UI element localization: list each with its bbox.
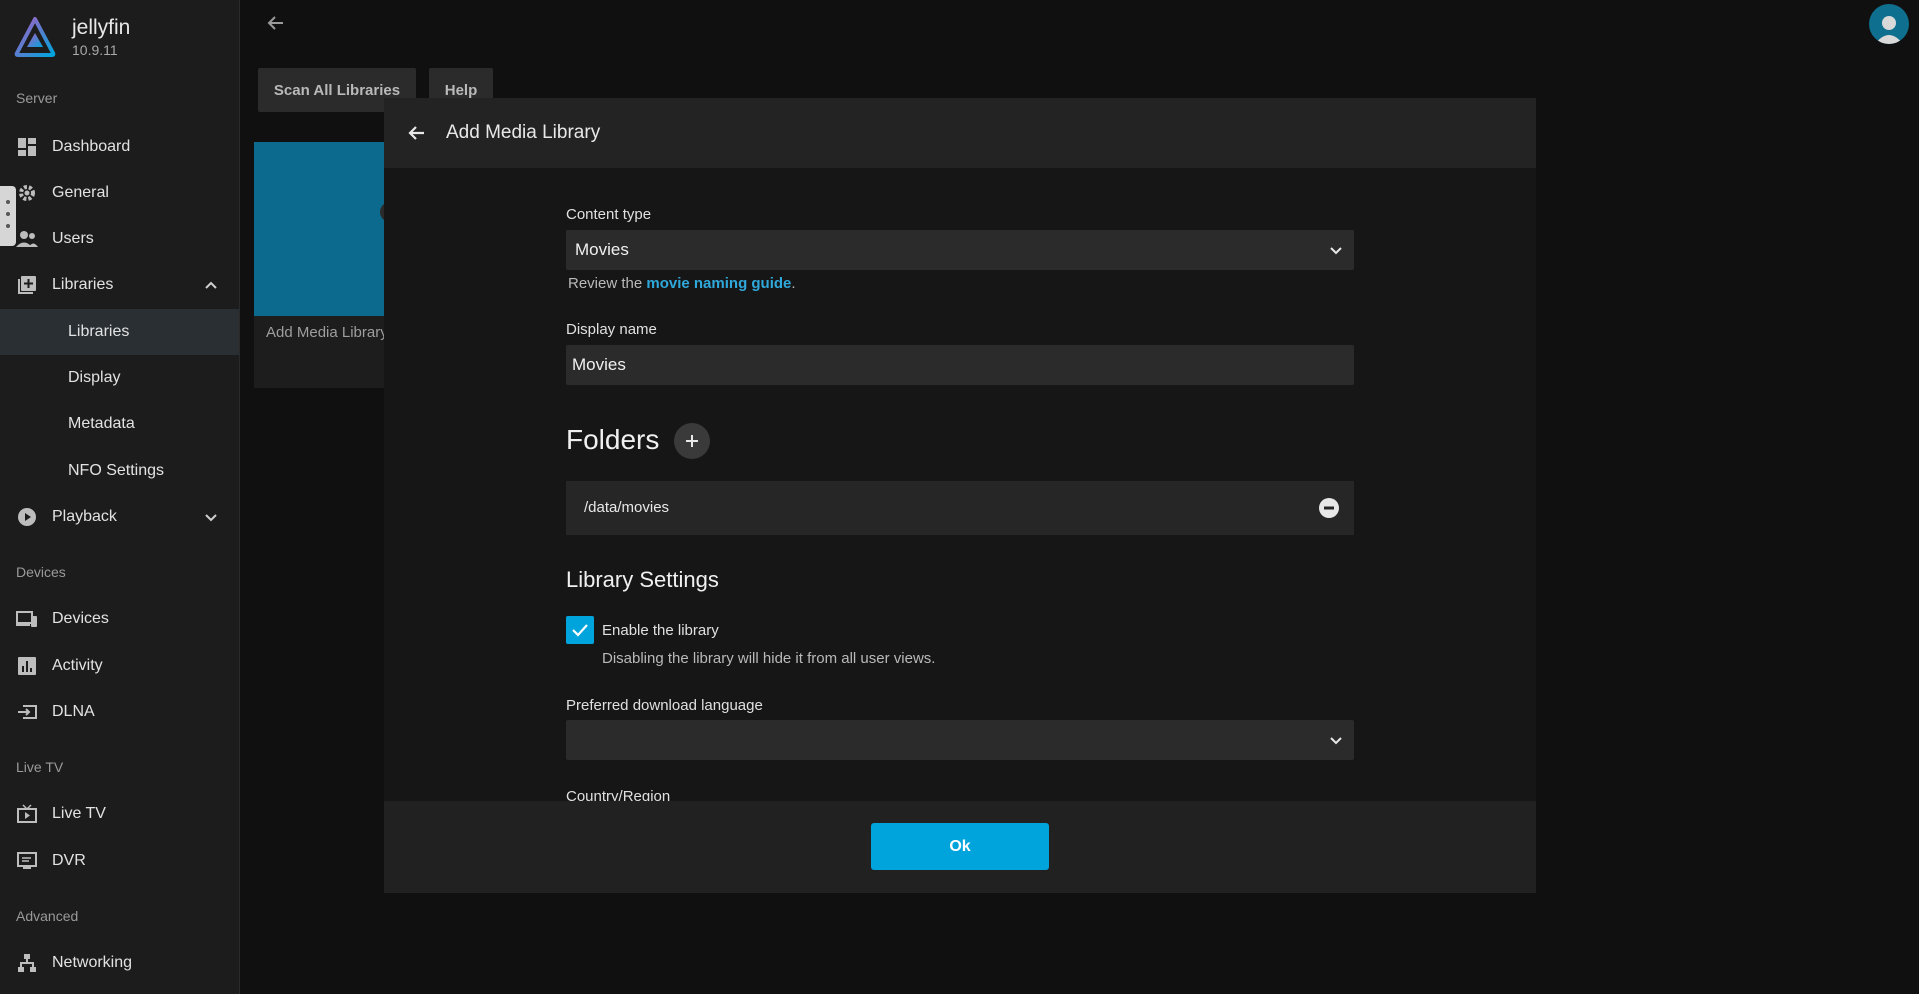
library-settings-heading: Library Settings <box>566 567 719 592</box>
sidebar-item-livetv[interactable]: Live TV <box>0 791 239 837</box>
naming-guide-hint: Review the movie naming guide. <box>568 275 796 292</box>
display-name-input[interactable]: Movies <box>566 345 1354 385</box>
movie-naming-guide-link[interactable]: movie naming guide <box>646 275 791 292</box>
folder-path: /data/movies <box>584 499 670 516</box>
dialog-header: Add Media Library <box>384 98 1536 168</box>
content-type-value: Movies <box>575 240 629 259</box>
section-livetv: Live TV <box>16 759 64 775</box>
preferred-language-label: Preferred download language <box>566 697 763 714</box>
sidebar-item-label: Live TV <box>52 805 106 822</box>
preferred-language-select[interactable] <box>566 720 1354 760</box>
sidebar-item-general[interactable]: General <box>0 170 239 216</box>
sidebar-item-label: Devices <box>52 610 109 627</box>
activity-chart-icon <box>16 655 38 677</box>
chevron-up-icon <box>205 281 217 289</box>
sidebar-item-users[interactable]: Users <box>0 216 239 262</box>
sidebar-item-dvr[interactable]: DVR <box>0 838 239 884</box>
play-circle-icon <box>16 506 38 528</box>
sidebar-item-label: Dashboard <box>52 138 131 155</box>
add-folder-button[interactable] <box>674 423 710 459</box>
sidebar-item-label: DLNA <box>52 703 95 720</box>
content-type-label: Content type <box>566 206 652 223</box>
enable-library-hint: Disabling the library will hide it from … <box>602 650 936 667</box>
live-tv-icon <box>16 803 38 825</box>
ok-button[interactable]: Ok <box>871 823 1049 870</box>
back-arrow-icon[interactable] <box>265 12 287 34</box>
sidebar-item-playback[interactable]: Playback <box>0 494 239 540</box>
enable-library-label[interactable]: Enable the library <box>602 622 719 639</box>
sidebar-item-display[interactable]: Display <box>0 355 239 401</box>
library-add-icon <box>16 274 38 296</box>
sidebar-item-dashboard[interactable]: Dashboard <box>0 124 239 170</box>
folders-heading: Folders <box>566 424 660 455</box>
brand-version: 10.9.11 <box>72 42 118 58</box>
library-card-label: Add Media Library <box>266 324 388 341</box>
chevron-down-icon <box>205 514 217 522</box>
devices-icon <box>16 608 38 630</box>
dashboard-icon <box>16 136 38 158</box>
jellyfin-logo-icon <box>14 17 56 57</box>
display-name-label: Display name <box>566 321 657 338</box>
display-name-value: Movies <box>572 355 626 374</box>
library-card-image <box>254 142 384 316</box>
dialog-back-icon[interactable] <box>406 122 428 144</box>
enable-library-checkbox[interactable] <box>566 616 594 644</box>
folder-row[interactable]: /data/movies <box>566 481 1354 535</box>
section-devices: Devices <box>16 564 66 580</box>
brand[interactable]: jellyfin 10.9.11 <box>14 16 130 58</box>
user-icon <box>1875 16 1903 44</box>
sidebar-item-dlna[interactable]: DLNA <box>0 689 239 735</box>
sidebar-item-label: Display <box>68 369 121 386</box>
sidebar-item-label: Libraries <box>52 276 114 293</box>
checkmark-icon <box>572 624 588 637</box>
sidebar-item-label: Users <box>52 230 94 247</box>
sidebar-item-label: Networking <box>52 954 133 971</box>
dialog-title: Add Media Library <box>446 122 601 143</box>
sidebar-item-label: Metadata <box>68 415 135 432</box>
network-icon <box>16 952 38 974</box>
section-server: Server <box>16 90 58 106</box>
dialog-footer: Ok <box>384 801 1536 893</box>
sidebar: jellyfin 10.9.11 Server Dashboard Genera… <box>0 0 240 994</box>
remove-folder-icon[interactable] <box>1318 497 1340 519</box>
user-avatar[interactable] <box>1869 4 1909 44</box>
sidebar-item-label: General <box>52 184 109 201</box>
sidebar-resize-handle[interactable] <box>0 186 16 246</box>
sidebar-item-label: Playback <box>52 508 117 525</box>
sidebar-item-label: Activity <box>52 657 103 674</box>
users-icon <box>16 228 38 250</box>
add-media-library-card[interactable]: Add Media Library <box>254 142 400 388</box>
section-advanced: Advanced <box>16 908 79 924</box>
sidebar-item-label: DVR <box>52 852 86 869</box>
chevron-down-icon <box>1330 737 1342 745</box>
add-media-library-dialog: Add Media Library Content type Movies Re… <box>384 98 1536 893</box>
sidebar-item-label: NFO Settings <box>68 462 165 479</box>
sidebar-item-activity[interactable]: Activity <box>0 643 239 689</box>
brand-name: jellyfin <box>72 16 131 39</box>
input-icon <box>16 701 38 723</box>
sidebar-item-libraries[interactable]: Libraries <box>0 262 239 308</box>
sidebar-item-metadata[interactable]: Metadata <box>0 401 239 447</box>
sidebar-item-label: Libraries <box>68 323 130 340</box>
sidebar-item-libraries-sub[interactable]: Libraries <box>0 309 239 355</box>
sidebar-item-networking[interactable]: Networking <box>0 940 239 986</box>
gear-icon <box>16 182 38 204</box>
sidebar-item-devices[interactable]: Devices <box>0 596 239 642</box>
dvr-icon <box>16 850 38 872</box>
plus-icon <box>686 435 698 447</box>
chevron-down-icon <box>1330 247 1342 255</box>
content-type-select[interactable]: Movies <box>566 230 1354 270</box>
sidebar-item-nfo-settings[interactable]: NFO Settings <box>0 448 239 494</box>
